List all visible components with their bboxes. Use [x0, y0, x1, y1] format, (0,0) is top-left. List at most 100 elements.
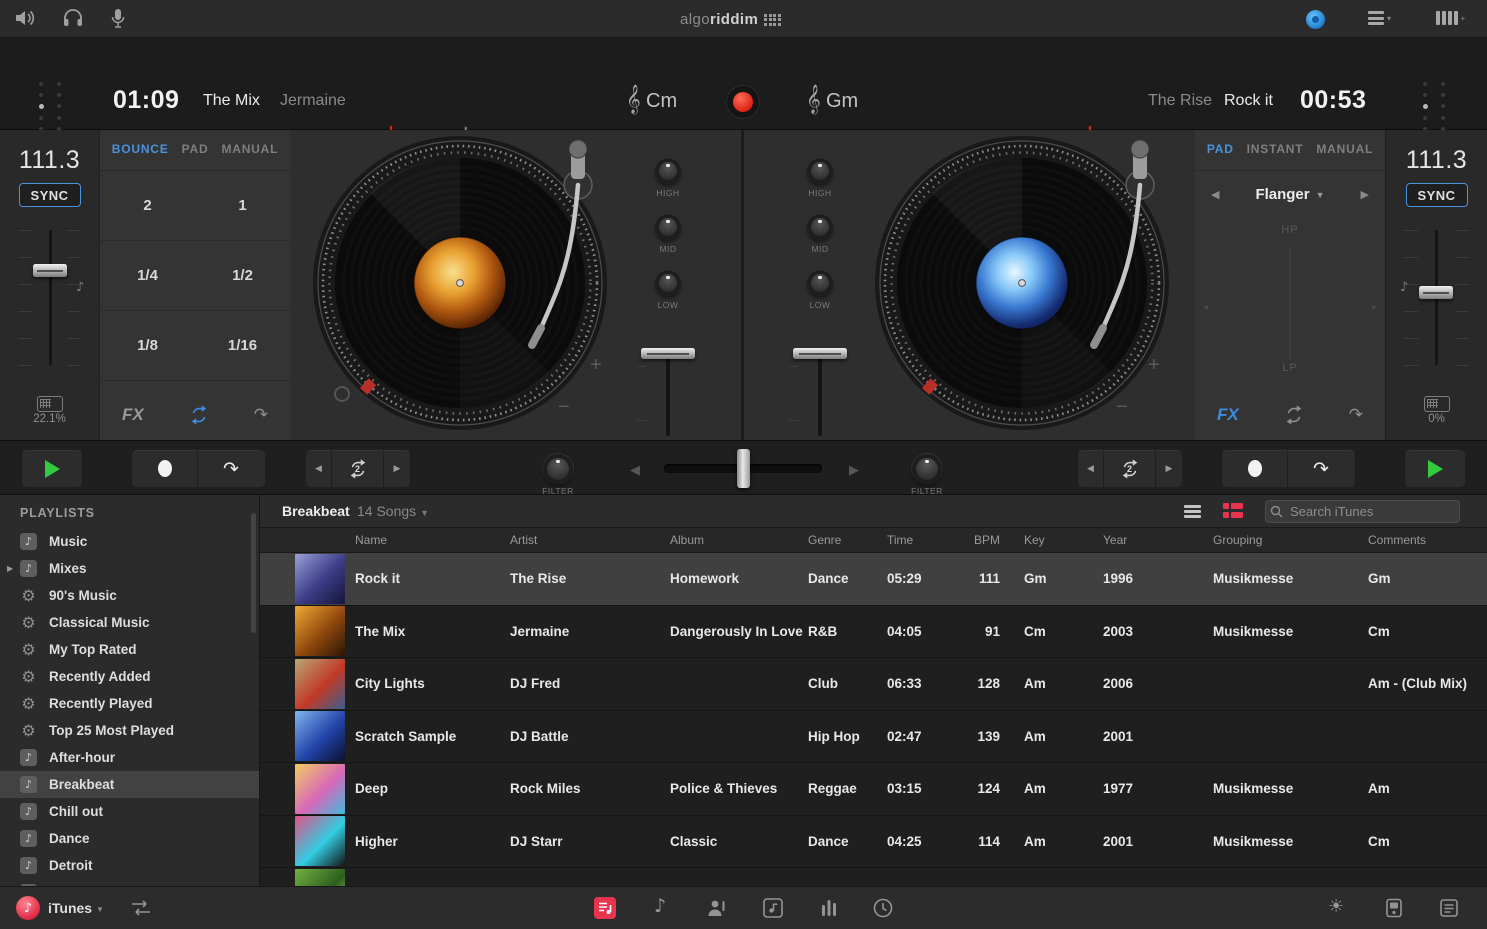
deck-b-sync-button[interactable]: SYNC	[1405, 183, 1468, 207]
sidebar-scrollbar[interactable]	[251, 513, 256, 633]
record-button[interactable]	[726, 85, 760, 119]
deck-b-fx-tab[interactable]: FX	[1217, 405, 1239, 425]
sidebar-item-top-25-most-played[interactable]: ⚙ Top 25 Most Played	[0, 717, 259, 744]
sidebar-item-detroit[interactable]: ♪ Detroit	[0, 852, 259, 879]
bounce-loop-1-2[interactable]: 1/2	[195, 241, 290, 310]
volume-fader-handle[interactable]	[793, 348, 847, 359]
deck-a-fx-tab[interactable]: FX	[122, 405, 144, 425]
table-row[interactable]: Deep Rock Miles Police & Thieves Reggae 03:1…	[260, 763, 1487, 816]
filter-knob-b[interactable]	[912, 454, 942, 484]
bounce-loop-1[interactable]: 1	[195, 171, 290, 240]
deck-a-zoom-out-icon[interactable]: −	[558, 396, 570, 419]
deck-a-bend-button[interactable]: ↷	[198, 450, 264, 487]
column-header-artist[interactable]: Artist	[505, 533, 665, 547]
eq-low-knob[interactable]	[807, 270, 833, 296]
key-lock-icon-b[interactable]: ♪	[1400, 280, 1408, 295]
filter-knob-a[interactable]	[543, 454, 573, 484]
search-input[interactable]	[1265, 500, 1460, 523]
pitch-handle[interactable]	[1419, 286, 1453, 299]
deck-b-cue-button[interactable]	[1222, 450, 1288, 487]
sidebar-item-recently-played[interactable]: ⚙ Recently Played	[0, 690, 259, 717]
sidebar-item-my-top-rated[interactable]: ⚙ My Top Rated	[0, 636, 259, 663]
crossfader-right-icon[interactable]: ▶	[849, 462, 859, 478]
deck-a-play-button[interactable]	[22, 450, 82, 487]
tab-manual[interactable]: MANUAL	[1316, 142, 1373, 156]
turntable-a[interactable]	[310, 133, 610, 433]
layout-selector-icon[interactable]: ▾	[1368, 11, 1391, 25]
deck-b-display-toggle-icon[interactable]	[1424, 396, 1450, 412]
headphones-icon[interactable]	[62, 8, 84, 28]
deck-a-zoom-in-icon[interactable]: +	[590, 354, 602, 377]
disclosure-triangle-icon[interactable]: ▶	[7, 564, 13, 573]
library-playlists-icon[interactable]	[594, 897, 616, 919]
sidebar-item-music[interactable]: ♪ Music	[0, 528, 259, 555]
table-row[interactable]: The Mix Jermaine Dangerously In Love R&B 04:…	[260, 605, 1487, 658]
itunes-icon[interactable]: ♪	[16, 896, 40, 920]
table-row[interactable]: Higher DJ Starr Classic Dance 04:25 114 Am 2001…	[260, 815, 1487, 868]
mixer-columns-icon[interactable]: +	[1436, 11, 1465, 25]
library-songs-icon[interactable]: ♪	[654, 895, 666, 917]
deck-b-bounce-icon[interactable]: ↷	[1349, 405, 1363, 425]
table-row[interactable]: Rock it The Rise Homework Dance 05:29 111 Gm 19…	[260, 553, 1487, 606]
volume-fader-handle[interactable]	[641, 348, 695, 359]
eq-mid-knob[interactable]	[655, 214, 681, 240]
turntable-b[interactable]	[872, 133, 1172, 433]
deck-a-display-toggle-icon[interactable]	[37, 396, 63, 412]
crossfader-handle[interactable]	[737, 449, 750, 488]
deck-a-loop-double-button[interactable]: ▶	[384, 450, 410, 487]
sidebar-item-dance[interactable]: ♪ Dance	[0, 825, 259, 852]
midi-devices-icon[interactable]	[128, 899, 154, 917]
eq-high-knob[interactable]	[807, 158, 833, 184]
tab-pad[interactable]: PAD	[1207, 142, 1234, 156]
tab-instant[interactable]: INSTANT	[1247, 142, 1304, 156]
tab-bounce[interactable]: BOUNCE	[112, 142, 169, 156]
deck-a-cue-button[interactable]	[132, 450, 198, 487]
deck-a-loop-button[interactable]: 2	[332, 450, 384, 487]
tab-manual[interactable]: MANUAL	[221, 142, 278, 156]
column-header-time[interactable]: Time	[882, 533, 962, 547]
deck-b-zoom-in-icon[interactable]: +	[1148, 354, 1160, 377]
column-header-year[interactable]: Year	[1098, 533, 1208, 547]
bounce-loop-2[interactable]: 2	[100, 171, 195, 240]
deck-b-loop-halve-button[interactable]: ◀	[1078, 450, 1104, 487]
list-view-icon[interactable]	[1184, 505, 1201, 518]
table-row[interactable]	[260, 868, 1487, 886]
library-artists-icon[interactable]	[706, 897, 728, 919]
fx-next-icon[interactable]: ▶	[1361, 188, 1369, 201]
library-genres-icon[interactable]	[818, 897, 840, 919]
mic-icon[interactable]	[110, 8, 126, 30]
deck-a-loop-icon[interactable]	[188, 404, 210, 426]
sidebar-item-recently-added[interactable]: ⚙ Recently Added	[0, 663, 259, 690]
queue-icon[interactable]	[1438, 897, 1460, 919]
column-header-comments[interactable]: Comments	[1363, 533, 1487, 547]
bounce-loop-1-16[interactable]: 1/16	[195, 311, 290, 380]
library-history-icon[interactable]	[872, 897, 894, 919]
column-header-key[interactable]: Key	[1010, 533, 1098, 547]
deck-a-pitch-fader[interactable]	[0, 230, 99, 375]
table-row[interactable]: City Lights DJ Fred Club 06:33 128 Am 2006 Am -…	[260, 658, 1487, 711]
sidebar-item-breakbeat[interactable]: ♪ Breakbeat	[0, 771, 259, 798]
sidebar-item-chill-out[interactable]: ♪ Chill out	[0, 798, 259, 825]
sidebar-item-mixes[interactable]: ▶ ♪ Mixes	[0, 555, 259, 582]
fx-xy-axis[interactable]	[1289, 248, 1291, 360]
deck-b-bend-button[interactable]: ↷	[1288, 450, 1354, 487]
column-header-genre[interactable]: Genre	[803, 533, 882, 547]
hardware-device-icon[interactable]	[1383, 897, 1405, 919]
column-header-album[interactable]: Album	[665, 533, 803, 547]
sidebar-item-after-hour[interactable]: ♪ After-hour	[0, 744, 259, 771]
key-lock-icon[interactable]: ♪	[76, 280, 84, 295]
deck-a-sync-button[interactable]: SYNC	[18, 183, 81, 207]
deck-b-loop-double-button[interactable]: ▶	[1156, 450, 1182, 487]
sidebar-item-90-s-music[interactable]: ⚙ 90's Music	[0, 582, 259, 609]
pitch-handle[interactable]	[33, 264, 67, 277]
deck-b-play-button[interactable]	[1405, 450, 1465, 487]
column-header-grouping[interactable]: Grouping	[1208, 533, 1363, 547]
eq-mid-knob[interactable]	[807, 214, 833, 240]
sidebar-item-classical-music[interactable]: ⚙ Classical Music	[0, 609, 259, 636]
display-brightness-icon[interactable]: ☀	[1328, 896, 1344, 917]
column-header-name[interactable]: Name	[350, 533, 505, 547]
bounce-loop-1-4[interactable]: 1/4	[100, 241, 195, 310]
deck-a-bounce-icon[interactable]: ↷	[254, 405, 268, 425]
eq-low-knob[interactable]	[655, 270, 681, 296]
table-row[interactable]: Scratch Sample DJ Battle Hip Hop 02:47 139 Am…	[260, 710, 1487, 763]
